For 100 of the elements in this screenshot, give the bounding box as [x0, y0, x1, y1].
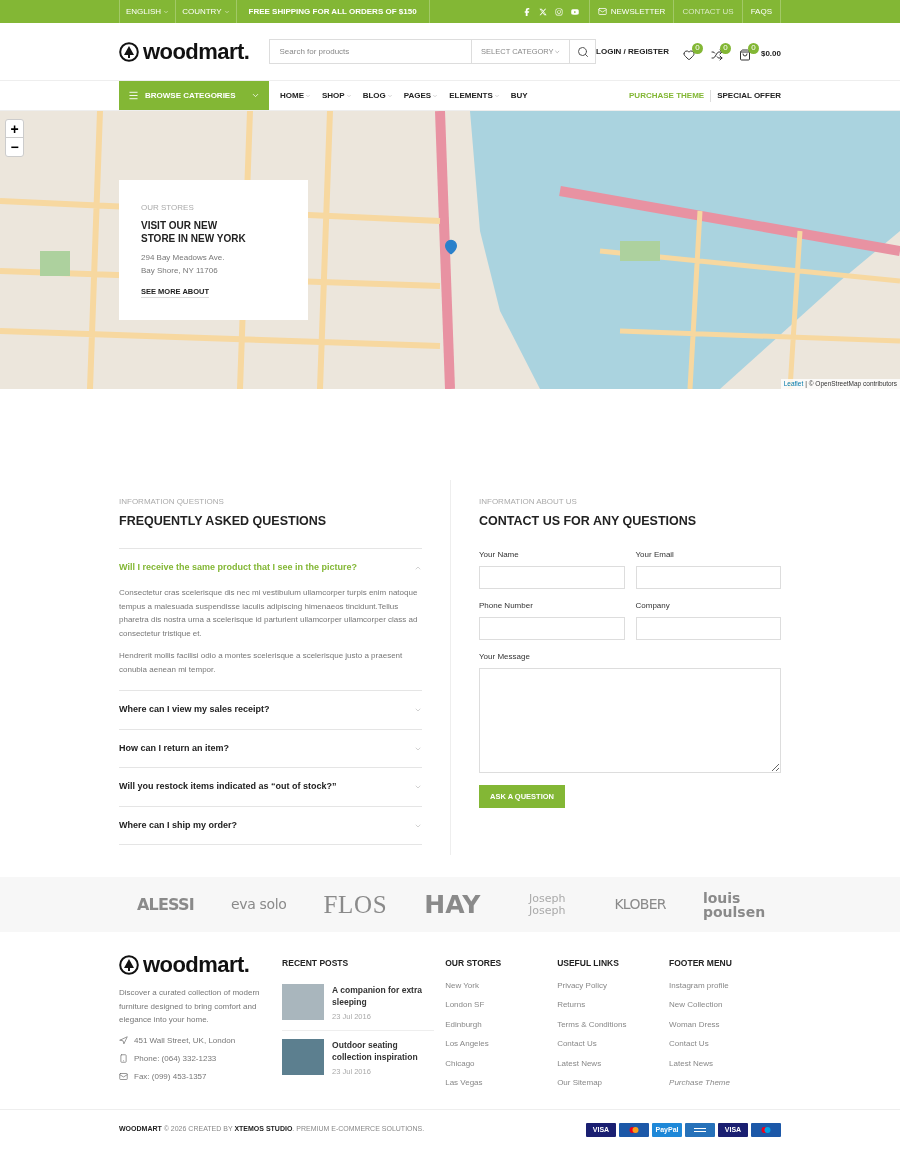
faq-question[interactable]: How can I return an item?	[119, 729, 422, 768]
brand-logo[interactable]: Joseph Joseph	[517, 892, 578, 917]
facebook-icon[interactable]	[522, 7, 531, 16]
phone-icon	[119, 1054, 128, 1063]
contact-info: 451 Wall Street, UK, London	[134, 1034, 236, 1047]
faq-question[interactable]: Where can I ship my order?	[119, 806, 422, 845]
message-field[interactable]	[479, 667, 781, 773]
menu-icon	[128, 90, 139, 101]
zoom-in-button[interactable]: +	[6, 120, 23, 138]
top-bar-selector[interactable]: ENGLISH	[119, 0, 176, 23]
brand-logo[interactable]: FLOS	[323, 885, 388, 924]
section-title: FREQUENTLY ASKED QUESTIONS	[119, 513, 328, 530]
nav-link[interactable]: PAGES	[403, 89, 439, 102]
footer-link[interactable]: Woman Dress	[669, 1018, 781, 1032]
map-pin-icon[interactable]	[443, 239, 459, 255]
brand-logo[interactable]: KLOBER	[614, 894, 666, 915]
count-badge: 0	[719, 42, 731, 54]
footer-link[interactable]: New York	[445, 979, 558, 993]
nav-link[interactable]: HOME	[280, 89, 311, 102]
login-link[interactable]: LOGIN / REGISTER	[596, 45, 669, 58]
caret-icon	[251, 91, 260, 100]
footer-heading: USEFUL LINKS	[557, 957, 620, 970]
tree-logo-icon	[119, 955, 139, 975]
nav-link[interactable]: PURCHASE THEME	[623, 89, 711, 102]
faq-question[interactable]: Where can I view my sales receipt?	[119, 691, 422, 729]
footer-link[interactable]: Latest News	[669, 1057, 781, 1071]
faq-question[interactable]: Will you restock items indicated as “out of stock?”	[119, 768, 422, 806]
shipping-promo: FREE SHIPPING FOR ALL ORDERS OF $150	[235, 0, 430, 23]
top-bar-link[interactable]: FAQS	[741, 0, 781, 23]
top-bar-selector[interactable]: COUNTRY	[175, 0, 236, 23]
brand-logo[interactable]: ALESSI	[137, 892, 194, 917]
footer-link[interactable]: Our Sitemap	[557, 1077, 670, 1090]
footer-link[interactable]: Los Angeles	[445, 1038, 558, 1051]
post-title[interactable]: Outdoor seating collection inspiration	[332, 1039, 435, 1063]
section-subtitle: INFORMATION QUESTIONS	[119, 496, 225, 508]
top-bar-link[interactable]: NEWSLETTER	[588, 0, 674, 23]
card-title: VISIT OUR NEW STORE IN NEW YORK	[141, 219, 247, 245]
brand-logo[interactable]: HAY	[424, 885, 481, 924]
logo-text[interactable]: woodmart.	[143, 40, 250, 63]
footer-link[interactable]: Privacy Policy	[557, 979, 670, 993]
youtube-icon[interactable]	[570, 7, 579, 16]
count-badge: 0	[747, 42, 759, 54]
footer-link[interactable]: London SF	[445, 999, 558, 1012]
footer-heading: FOOTER MENU	[669, 957, 733, 970]
faq-question[interactable]: Will I receive the same product that I see in the picture?	[119, 548, 422, 587]
footer-heading: RECENT POSTS	[282, 957, 350, 970]
field-label: Your Email	[635, 548, 675, 561]
footer-link[interactable]: New Collection	[669, 999, 781, 1012]
wishlist-button[interactable]: 0	[682, 42, 703, 61]
post-thumbnail[interactable]	[282, 1039, 325, 1075]
section-title: CONTACT US FOR ANY QUESTIONS	[479, 513, 698, 530]
post-title[interactable]: A companion for extra sleeping	[332, 983, 435, 1008]
nav-link[interactable]: SHOP	[322, 89, 352, 102]
zoom-out-button[interactable]: −	[6, 138, 23, 156]
tree-logo-icon	[119, 41, 139, 62]
footer-link[interactable]: Latest News	[557, 1057, 670, 1071]
input-field[interactable]	[479, 616, 625, 640]
field-label: Company	[635, 599, 671, 612]
top-bar-link[interactable]: CONTACT US	[673, 0, 742, 23]
footer-link[interactable]: Chicago	[445, 1057, 558, 1071]
nav-link[interactable]: BLOG	[362, 89, 393, 102]
footer-link[interactable]: Returns	[557, 999, 670, 1012]
shopping-bag-icon	[738, 48, 751, 61]
brand-logo[interactable]: louis poulsen	[702, 890, 763, 919]
instagram-icon[interactable]	[554, 7, 563, 16]
logo-text[interactable]: woodmart.	[143, 954, 250, 976]
post-thumbnail[interactable]	[282, 983, 325, 1020]
footer-heading: OUR STORES	[445, 957, 503, 970]
footer-link[interactable]: Instagram profile	[669, 979, 781, 993]
footer-link[interactable]: Contact Us	[669, 1038, 781, 1051]
field-label: Your Message	[479, 650, 531, 663]
cart-total: $0.00	[760, 48, 781, 60]
footer-link[interactable]: Terms & Conditions	[557, 1018, 670, 1032]
footer-link[interactable]: Edinburgh	[445, 1018, 558, 1032]
address-line: Bay Shore, NY 11706	[141, 265, 219, 277]
count-badge: 0	[691, 42, 703, 54]
nav-link[interactable]: ELEMENTS	[449, 89, 500, 102]
input-field[interactable]	[635, 616, 781, 640]
brand-logo[interactable]: eva solo	[231, 894, 287, 915]
x-icon[interactable]	[538, 7, 547, 16]
input-field[interactable]	[479, 565, 625, 589]
heart-icon	[682, 48, 695, 61]
search-icon	[576, 45, 589, 58]
input-field[interactable]	[635, 565, 781, 589]
shuffle-icon	[710, 48, 723, 61]
payment-card-icon	[685, 1122, 715, 1137]
compare-button[interactable]: 0	[710, 42, 731, 61]
nav-link[interactable]: SPECIAL OFFER	[710, 89, 781, 102]
cart-button[interactable]: 0	[738, 42, 759, 61]
card-circles-icon	[751, 1122, 781, 1137]
nav-link[interactable]: BUY	[510, 89, 528, 102]
footer-link[interactable]: Contact Us	[557, 1038, 670, 1051]
faq-answer: Consectetur cras scelerisque dis nec mi vestibulum ullamcorper turpis enim natoque tempus a malesuada suspendisse iaculis adipiscing himenaeos tincidunt.Tellus pharetra dis nostra urna a scelerisque id parturient ullamcorper ullamcorper class ad consectetur tristique et.	[119, 587, 419, 640]
field-label: Phone Number	[479, 599, 534, 612]
faq-answer: Hendrerit mollis facilisi odio a montes scelerisque a scelerisque justo a praesent conubia aenean mi tempor.	[119, 650, 404, 676]
contact-info: Phone: (064) 332-1233	[134, 1052, 217, 1065]
browse-categories-button[interactable]: BROWSE CATEGORIES	[119, 81, 269, 110]
footer-link[interactable]: Purchase Theme	[669, 1077, 781, 1090]
footer-link[interactable]: Las Vegas	[445, 1077, 558, 1090]
section-subtitle: INFORMATION ABOUT US	[479, 496, 578, 508]
